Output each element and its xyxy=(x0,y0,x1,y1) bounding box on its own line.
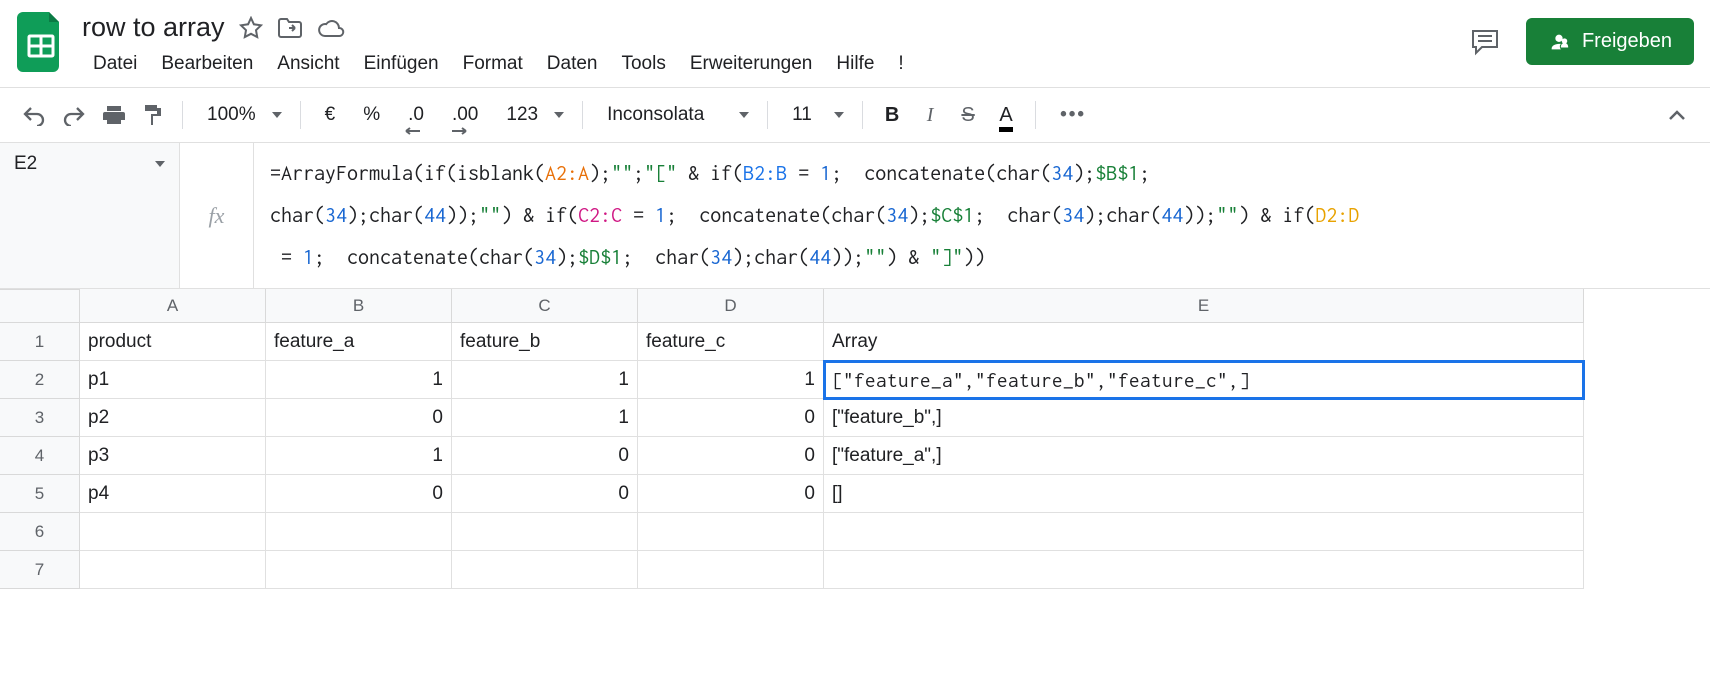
strikethrough-button[interactable]: S xyxy=(951,98,985,132)
cell-C7[interactable] xyxy=(452,551,638,589)
cell-E4[interactable]: ["feature_a",] xyxy=(824,437,1584,475)
col-header-A[interactable]: A xyxy=(80,289,266,323)
chevron-down-icon xyxy=(155,161,165,167)
row-header-3[interactable]: 3 xyxy=(0,399,80,437)
share-button[interactable]: Freigeben xyxy=(1526,18,1694,65)
menu-![interactable]: ! xyxy=(887,47,914,81)
increase-decimal-button[interactable]: .00 xyxy=(440,98,490,132)
title-right: Freigeben xyxy=(1470,8,1694,65)
row-header-2[interactable]: 2 xyxy=(0,361,80,399)
title-center: row to array DateiBearbeitenAnsichtEinfü… xyxy=(82,8,1454,87)
cell-E7[interactable] xyxy=(824,551,1584,589)
print-icon[interactable] xyxy=(96,98,132,132)
menu-ansicht[interactable]: Ansicht xyxy=(266,47,350,81)
redo-icon[interactable] xyxy=(56,98,92,132)
formula-bar: E2 fx =ArrayFormula(if(isblank(A2:A);"";… xyxy=(0,143,1710,289)
cell-E2[interactable]: ["feature_a","feature_b","feature_c",] xyxy=(824,361,1584,399)
cell-B3[interactable]: 0 xyxy=(266,399,452,437)
cell-B4[interactable]: 1 xyxy=(266,437,452,475)
col-header-B[interactable]: B xyxy=(266,289,452,323)
menu-format[interactable]: Format xyxy=(452,47,534,81)
more-toolbar-button[interactable]: ••• xyxy=(1048,98,1098,132)
select-all-corner[interactable] xyxy=(0,289,80,323)
cell-D2[interactable]: 1 xyxy=(638,361,824,399)
menu-hilfe[interactable]: Hilfe xyxy=(825,47,885,81)
menu-tools[interactable]: Tools xyxy=(610,47,676,81)
menu-daten[interactable]: Daten xyxy=(536,47,609,81)
row-header-7[interactable]: 7 xyxy=(0,551,80,589)
titlebar: row to array DateiBearbeitenAnsichtEinfü… xyxy=(0,0,1710,87)
cloud-status-icon[interactable] xyxy=(317,18,345,38)
cell-B7[interactable] xyxy=(266,551,452,589)
menu-datei[interactable]: Datei xyxy=(82,47,148,81)
menu-bar: DateiBearbeitenAnsichtEinfügenFormatDate… xyxy=(82,45,1454,87)
cell-A4[interactable]: p3 xyxy=(80,437,266,475)
cell-D1[interactable]: feature_c xyxy=(638,323,824,361)
cell-D6[interactable] xyxy=(638,513,824,551)
format-123-dropdown[interactable]: 123 xyxy=(494,98,570,132)
cell-E5[interactable]: [] xyxy=(824,475,1584,513)
comments-icon[interactable] xyxy=(1470,28,1500,56)
currency-button[interactable]: € xyxy=(313,98,348,132)
star-icon[interactable] xyxy=(239,16,263,40)
formula-input[interactable]: =ArrayFormula(if(isblank(A2:A);"";"[" & … xyxy=(254,143,1710,288)
cell-E3[interactable]: ["feature_b",] xyxy=(824,399,1584,437)
cell-A6[interactable] xyxy=(80,513,266,551)
row-header-5[interactable]: 5 xyxy=(0,475,80,513)
collapse-toolbar-icon[interactable] xyxy=(1660,98,1694,132)
cell-A5[interactable]: p4 xyxy=(80,475,266,513)
move-folder-icon[interactable] xyxy=(277,17,303,39)
cell-C4[interactable]: 0 xyxy=(452,437,638,475)
percent-button[interactable]: % xyxy=(351,98,392,132)
menu-einfügen[interactable]: Einfügen xyxy=(353,47,450,81)
cell-C6[interactable] xyxy=(452,513,638,551)
sheets-app-icon[interactable] xyxy=(16,8,66,76)
row-header-1[interactable]: 1 xyxy=(0,323,80,361)
col-header-E[interactable]: E xyxy=(824,289,1584,323)
cell-D4[interactable]: 0 xyxy=(638,437,824,475)
cell-B6[interactable] xyxy=(266,513,452,551)
cell-D3[interactable]: 0 xyxy=(638,399,824,437)
doc-title[interactable]: row to array xyxy=(82,12,225,43)
paint-format-icon[interactable] xyxy=(136,98,170,132)
row-header-4[interactable]: 4 xyxy=(0,437,80,475)
share-label: Freigeben xyxy=(1582,30,1672,53)
cell-D5[interactable]: 0 xyxy=(638,475,824,513)
toolbar: 100% € % .0 .00 123 Inconsolata 11 B I S… xyxy=(0,87,1710,143)
cell-A3[interactable]: p2 xyxy=(80,399,266,437)
menu-erweiterungen[interactable]: Erweiterungen xyxy=(679,47,824,81)
col-header-C[interactable]: C xyxy=(452,289,638,323)
spreadsheet-grid[interactable]: ABCDE1productfeature_afeature_bfeature_c… xyxy=(0,289,1710,589)
fx-icon: fx xyxy=(180,143,254,288)
undo-icon[interactable] xyxy=(16,98,52,132)
cell-D7[interactable] xyxy=(638,551,824,589)
cell-C3[interactable]: 1 xyxy=(452,399,638,437)
cell-A1[interactable]: product xyxy=(80,323,266,361)
row-header-6[interactable]: 6 xyxy=(0,513,80,551)
cell-A2[interactable]: p1 xyxy=(80,361,266,399)
cell-C2[interactable]: 1 xyxy=(452,361,638,399)
cell-B5[interactable]: 0 xyxy=(266,475,452,513)
cell-E6[interactable] xyxy=(824,513,1584,551)
font-family-dropdown[interactable]: Inconsolata xyxy=(595,98,755,132)
text-color-button[interactable]: A xyxy=(989,98,1023,132)
bold-button[interactable]: B xyxy=(875,98,909,132)
cell-B1[interactable]: feature_a xyxy=(266,323,452,361)
menu-bearbeiten[interactable]: Bearbeiten xyxy=(150,47,264,81)
font-size-dropdown[interactable]: 11 xyxy=(780,98,850,132)
col-header-D[interactable]: D xyxy=(638,289,824,323)
cell-B2[interactable]: 1 xyxy=(266,361,452,399)
decrease-decimal-button[interactable]: .0 xyxy=(396,98,436,132)
cell-C5[interactable]: 0 xyxy=(452,475,638,513)
cell-C1[interactable]: feature_b xyxy=(452,323,638,361)
cell-E1[interactable]: Array xyxy=(824,323,1584,361)
zoom-dropdown[interactable]: 100% xyxy=(195,98,288,132)
cell-A7[interactable] xyxy=(80,551,266,589)
name-box[interactable]: E2 xyxy=(0,143,180,288)
italic-button[interactable]: I xyxy=(913,98,947,132)
